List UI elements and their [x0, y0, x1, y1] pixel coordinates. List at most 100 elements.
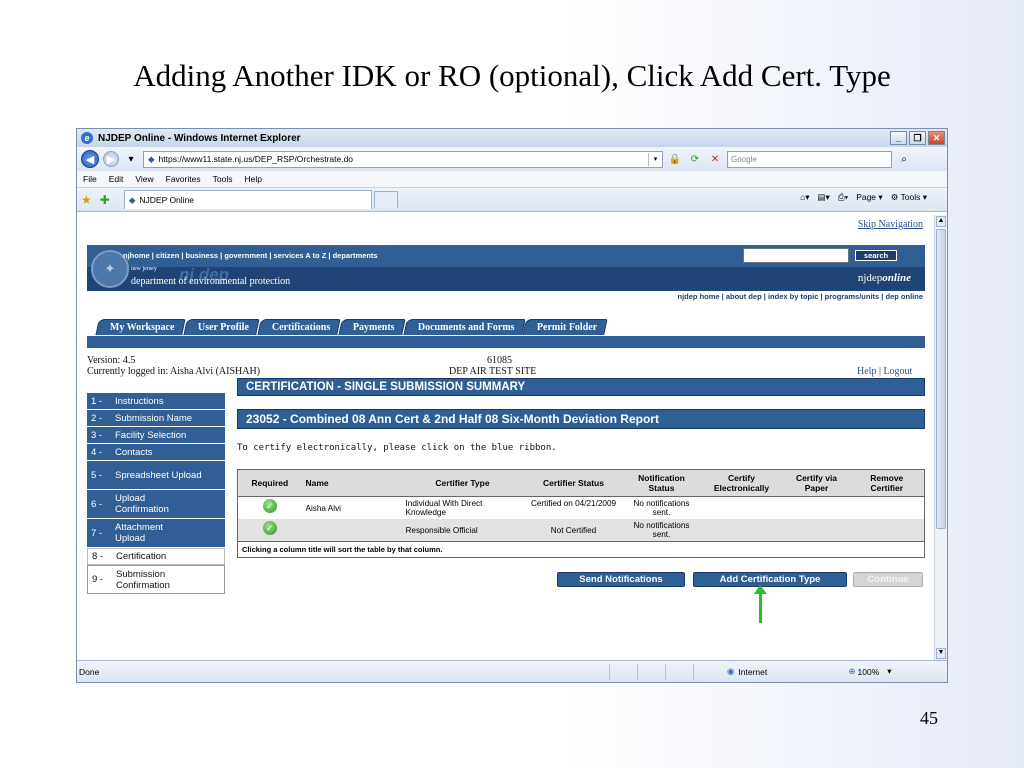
- certifier-type: Individual With Direct Knowledge: [405, 499, 483, 517]
- back-button[interactable]: ◀: [81, 150, 99, 168]
- send-notifications-button[interactable]: Send Notifications: [557, 572, 685, 587]
- col-notification-status[interactable]: Notification Status: [623, 469, 700, 497]
- tab-my-workspace[interactable]: My Workspace: [95, 319, 186, 335]
- certifier-name: Aisha Alvi: [305, 503, 342, 513]
- step-attachment-upload[interactable]: 7 - Attachment Upload: [87, 519, 225, 548]
- certifier-table: Required Name Certifier Type Certifier S…: [237, 469, 925, 558]
- col-remove-certifier[interactable]: Remove Certifier: [849, 469, 925, 497]
- scroll-thumb[interactable]: [936, 229, 946, 529]
- col-name[interactable]: Name: [301, 469, 402, 497]
- tab-permit-folder[interactable]: Permit Folder: [522, 319, 609, 335]
- search-icon[interactable]: ⌕: [896, 151, 912, 167]
- add-certification-type-button[interactable]: Add Certification Type: [693, 572, 847, 587]
- notification-status: No notifications sent.: [623, 519, 700, 542]
- step-upload-confirmation[interactable]: 6 - Upload Confirmation: [87, 490, 225, 519]
- menu-file[interactable]: File: [83, 174, 97, 184]
- feeds-icon[interactable]: ▤▾: [818, 192, 830, 203]
- search-input[interactable]: Google: [727, 150, 892, 168]
- zone-label: Internet: [738, 666, 768, 677]
- step-spreadsheet-upload[interactable]: 5 - Spreadsheet Upload: [87, 461, 225, 490]
- site-header: ✦ njhome | citizen | business | governme…: [87, 245, 925, 291]
- menu-bar: File Edit View Favorites Tools Help: [77, 171, 947, 188]
- facility-id: 61085: [487, 355, 512, 366]
- favorites-star-icon[interactable]: ★: [81, 193, 92, 207]
- tab-certifications[interactable]: Certifications: [256, 319, 341, 335]
- col-certify-electronically[interactable]: Certify Electronically: [699, 469, 784, 497]
- col-certifier-status[interactable]: Certifier Status: [523, 469, 624, 497]
- page-menu[interactable]: Page ▾: [856, 192, 883, 203]
- sort-note: Clicking a column title will sort the ta…: [237, 541, 925, 558]
- logged-in-label: Currently logged in: Aisha Alvi (AISHAH): [87, 366, 261, 377]
- add-favorite-icon[interactable]: ✚: [100, 193, 110, 207]
- menu-view[interactable]: View: [135, 174, 153, 184]
- menu-edit[interactable]: Edit: [109, 174, 124, 184]
- site-search-input[interactable]: [743, 248, 849, 263]
- tab-bar: ★ ✚ ◆ NJDEP Online ⌂▾ ▤▾ ⎙▾ Page ▾ ⚙ Too…: [77, 188, 947, 212]
- url-dropdown-icon[interactable]: ▾: [648, 152, 662, 166]
- window-title: NJDEP Online - Windows Internet Explorer: [98, 132, 301, 144]
- status-text: Done: [79, 666, 100, 677]
- ie-logo-icon: e: [81, 132, 93, 144]
- status-bar: Done ◉ Internet ⊕ 100% ▾: [77, 660, 947, 682]
- zoom-dropdown-icon[interactable]: ▾: [887, 666, 891, 677]
- step-contacts[interactable]: 4 - Contacts: [87, 444, 225, 461]
- tab-payments[interactable]: Payments: [338, 319, 406, 335]
- minimize-button[interactable]: _: [890, 131, 907, 145]
- menu-tools[interactable]: Tools: [213, 174, 233, 184]
- lock-icon[interactable]: 🔒: [667, 151, 683, 167]
- step-facility-selection[interactable]: 3 - Facility Selection: [87, 427, 225, 444]
- required-check-icon: ✓: [262, 499, 277, 513]
- table-row: ✓ Aisha Alvi Individual With Direct Know…: [238, 497, 925, 520]
- tools-menu[interactable]: ⚙ Tools ▾: [891, 192, 927, 203]
- sub-nav[interactable]: njdep home | about dep | index by topic …: [678, 292, 924, 301]
- step-certification[interactable]: 8 - Certification: [87, 548, 225, 565]
- certifier-type: Responsible Official: [401, 519, 524, 542]
- njdep-online-logo: njdeponline: [857, 272, 911, 284]
- step-submission-name[interactable]: 2 - Submission Name: [87, 410, 225, 427]
- certifier-status: Certified on 04/21/2009: [530, 499, 617, 508]
- url-field[interactable]: ◆ https://www11.state.nj.us/DEP_RSP/Orch…: [143, 150, 663, 168]
- refresh-icon[interactable]: ⟳: [687, 151, 703, 167]
- col-certifier-type[interactable]: Certifier Type: [401, 469, 524, 497]
- scroll-down-icon[interactable]: ▼: [936, 648, 946, 659]
- site-search-button[interactable]: search: [855, 250, 897, 261]
- menu-help[interactable]: Help: [244, 174, 261, 184]
- site-icon: ◆: [128, 194, 136, 205]
- slide-number: 45: [920, 708, 938, 728]
- tab-documents-and-forms[interactable]: Documents and Forms: [402, 319, 525, 335]
- step-instructions[interactable]: 1 - Instructions: [87, 393, 225, 410]
- tab-user-profile[interactable]: User Profile: [182, 319, 260, 335]
- department-name: department of environmental protection: [131, 276, 291, 287]
- slide-title: Adding Another IDK or RO (optional), Cli…: [133, 58, 891, 93]
- forward-button[interactable]: ▶: [103, 151, 119, 167]
- continue-button[interactable]: Continue: [853, 572, 923, 587]
- new-tab-button[interactable]: [373, 191, 398, 208]
- close-button[interactable]: ✕: [928, 131, 945, 145]
- step-nav: 1 - Instructions 2 - Submission Name 3 - Fa…: [87, 393, 225, 594]
- skip-navigation-link[interactable]: Skip Navigation: [858, 219, 923, 230]
- step-submission-confirmation[interactable]: 9 - Submission Confirmation: [87, 565, 225, 594]
- col-required[interactable]: Required: [237, 469, 302, 497]
- certifier-name: [301, 519, 402, 542]
- tab-njdep-online[interactable]: ◆ NJDEP Online: [123, 190, 372, 209]
- print-icon[interactable]: ⎙▾: [838, 192, 848, 203]
- restore-button[interactable]: ❐: [909, 131, 926, 145]
- browser-window: e NJDEP Online - Windows Internet Explor…: [76, 128, 948, 683]
- new-jersey-label: new jersey: [131, 266, 157, 272]
- stop-icon[interactable]: ✕: [707, 151, 723, 167]
- main-tabs: My Workspace User Profile Certifications…: [95, 319, 609, 335]
- window-titlebar: e NJDEP Online - Windows Internet Explor…: [77, 129, 947, 147]
- table-row: ✓ Responsible Official Not Certified No …: [237, 519, 925, 542]
- top-nav[interactable]: njhome | citizen | business | government…: [123, 251, 378, 260]
- col-certify-via-paper[interactable]: Certify via Paper: [783, 469, 850, 497]
- help-logout-links[interactable]: Help | Logout: [857, 366, 912, 377]
- vertical-scrollbar[interactable]: ▲ ▼: [934, 215, 947, 660]
- certifier-status: Not Certified: [523, 519, 624, 542]
- report-title: 23052 - Combined 08 Ann Cert & 2nd Half …: [237, 409, 925, 429]
- home-icon[interactable]: ⌂▾: [800, 192, 809, 203]
- menu-favorites[interactable]: Favorites: [166, 174, 201, 184]
- notification-status: No notifications sent.: [633, 499, 690, 517]
- scroll-up-icon[interactable]: ▲: [936, 216, 946, 227]
- history-dropdown-icon[interactable]: ▾: [123, 151, 139, 167]
- zoom-level[interactable]: 100%: [858, 667, 880, 677]
